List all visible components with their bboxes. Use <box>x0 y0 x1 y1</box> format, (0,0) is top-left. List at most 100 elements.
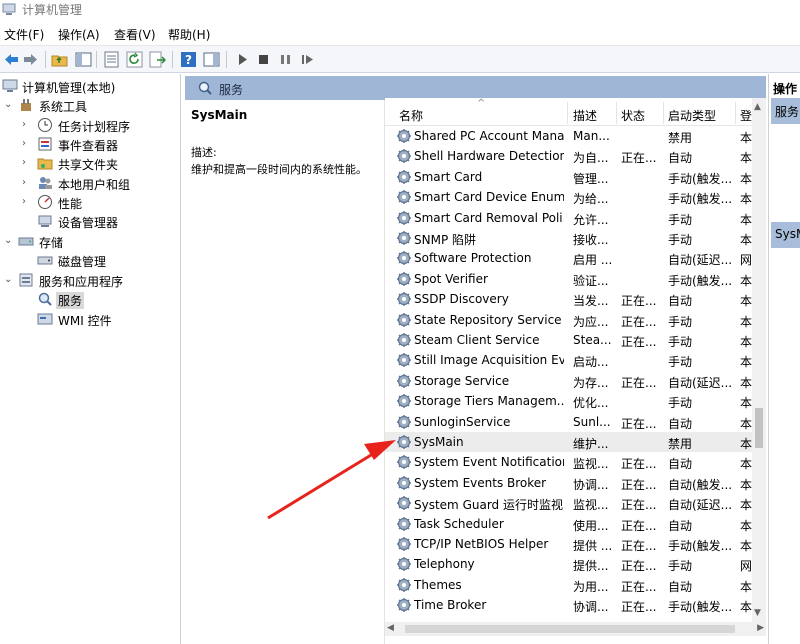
show-action-pane-icon[interactable] <box>203 51 220 68</box>
service-status: 正在... <box>621 518 657 533</box>
chevron-down-icon[interactable]: ⌄ <box>4 274 14 286</box>
properties-icon[interactable] <box>103 51 120 68</box>
actions-group-sysmain[interactable]: SysMain <box>771 222 800 248</box>
service-logon: 本 <box>740 437 752 451</box>
table-row[interactable]: Storage Service 为存... 正在... 自动(延迟... 本 <box>385 371 753 391</box>
menu-file[interactable]: 文件(F) <box>4 26 44 43</box>
forward-arrow-icon[interactable] <box>22 51 39 68</box>
service-status: 正在... <box>621 579 657 594</box>
restart-service-icon[interactable] <box>299 51 316 68</box>
export-list-icon[interactable] <box>149 51 166 68</box>
toolbar: ? <box>0 45 800 73</box>
table-row[interactable]: Smart Card Device Enum... 为给... 手动(触发... 本 <box>385 187 753 207</box>
column-divider[interactable] <box>567 102 568 124</box>
refresh-icon[interactable] <box>126 51 143 68</box>
service-name: Shared PC Account Mana... <box>414 129 564 143</box>
table-row[interactable]: SSDP Discovery 当发... 正在... 自动 本 <box>385 289 753 309</box>
pause-service-icon[interactable] <box>277 51 294 68</box>
table-row[interactable]: System Events Broker 协调... 正在... 自动(触发... 本 <box>385 473 753 493</box>
stop-service-icon[interactable] <box>255 51 272 68</box>
table-row[interactable]: Themes 为用... 正在... 自动 本 <box>385 575 753 595</box>
scroll-right-icon[interactable]: ▶ <box>757 623 764 633</box>
table-row[interactable]: Shell Hardware Detection 为自... 正在... 自动 本 <box>385 146 753 166</box>
service-name: Still Image Acquisition Ev... <box>414 353 564 368</box>
table-row[interactable]: SysMain 维护... 禁用 本 <box>385 432 753 452</box>
gear-icon <box>397 149 411 164</box>
service-status: 正在... <box>621 457 657 472</box>
chevron-down-icon[interactable]: ⌄ <box>4 235 14 247</box>
table-row[interactable]: System Guard 运行时监视... 监视... 正在... 自动(延迟... 本 <box>385 493 753 513</box>
start-service-icon[interactable] <box>234 51 251 68</box>
table-row[interactable]: Time Broker 协调... 正在... 手动(触发... 本 <box>385 595 753 615</box>
service-name: Smart Card <box>414 169 483 184</box>
column-divider[interactable] <box>616 102 617 124</box>
service-logon: 本 <box>740 600 752 615</box>
gear-icon <box>397 271 411 286</box>
actions-group-services[interactable]: 服务 <box>771 98 800 124</box>
table-row[interactable]: Smart Card Removal Poli... 允许... 手动 本 <box>385 208 753 228</box>
panel-title: 服务 <box>219 83 244 97</box>
service-name: Telephony <box>414 557 475 572</box>
chevron-right-icon[interactable]: › <box>22 119 32 131</box>
table-row[interactable]: TCP/IP NetBIOS Helper 提供 ... 正在... 手动(触发...… <box>385 534 753 554</box>
menu-help[interactable]: 帮助(H) <box>168 26 210 43</box>
service-startup-type: 手动(触发... <box>668 171 733 186</box>
back-arrow-icon[interactable] <box>3 51 20 68</box>
table-row[interactable]: State Repository Service 为应... 正在... 手动 本 <box>385 310 753 330</box>
service-description: 为自... <box>573 151 609 166</box>
table-row[interactable]: System Event Notification... 监视... 正在... 自动… <box>385 452 753 472</box>
table-row[interactable]: Shared PC Account Mana... Man... 禁用 本 <box>385 126 753 146</box>
vertical-scrollbar[interactable]: ▲ ▼ <box>752 98 766 622</box>
show-hide-tree-icon[interactable] <box>75 51 92 68</box>
menu-view[interactable]: 查看(V) <box>114 26 156 43</box>
chevron-right-icon[interactable]: › <box>22 196 32 208</box>
scroll-left-icon[interactable]: ◀ <box>387 623 394 633</box>
scroll-down-icon[interactable]: ▼ <box>754 608 761 618</box>
service-startup-type: 自动 <box>668 416 693 431</box>
chevron-down-icon[interactable]: ⌄ <box>4 99 14 111</box>
table-row[interactable]: SNMP 陷阱 接收... 手动 本 <box>385 228 753 248</box>
table-row[interactable]: Still Image Acquisition Ev... 启动... 手动 本 <box>385 350 753 370</box>
column-divider[interactable] <box>735 102 736 124</box>
horizontal-scrollbar[interactable]: ◀ ▶ <box>385 622 766 636</box>
chevron-right-icon[interactable]: › <box>22 138 32 150</box>
table-row[interactable]: Storage Tiers Managem... 优化... 手动 本 <box>385 391 753 411</box>
service-name: Time Broker <box>414 598 487 613</box>
column-header-description[interactable]: 描述 <box>573 107 597 124</box>
chevron-right-icon[interactable]: › <box>22 157 32 169</box>
table-row[interactable]: Software Protection 启用 ... 自动(延迟... 网 <box>385 248 753 268</box>
column-header-status[interactable]: 状态 <box>621 107 645 124</box>
scroll-thumb[interactable] <box>405 625 735 633</box>
table-row[interactable]: Telephony 提供... 正在... 手动 网 <box>385 554 753 574</box>
service-startup-type: 自动 <box>668 579 693 594</box>
toolbar-divider <box>96 51 97 68</box>
table-row[interactable]: Spot Verifier 验证... 手动(触发... 本 <box>385 269 753 289</box>
service-logon: 本 <box>740 294 752 309</box>
up-folder-icon[interactable] <box>51 51 68 68</box>
column-divider[interactable] <box>663 102 664 124</box>
scroll-thumb[interactable] <box>755 408 763 448</box>
column-header-logon[interactable]: 登 <box>740 107 752 124</box>
table-row[interactable]: SunloginService Sunl... 正在... 自动 本 <box>385 412 753 432</box>
column-header-name[interactable]: 名称 <box>399 107 423 124</box>
search-services-icon <box>38 292 52 306</box>
gear-icon <box>397 537 411 551</box>
service-startup-type: 手动 <box>668 335 693 349</box>
column-header-startup-type[interactable]: 启动类型 <box>668 107 716 124</box>
scroll-up-icon[interactable]: ▲ <box>754 102 761 112</box>
service-name: SSDP Discovery <box>414 292 509 307</box>
table-row[interactable]: Smart Card 管理... 手动(触发... 本 <box>385 167 753 187</box>
gear-icon <box>397 333 411 347</box>
service-description: 监视... <box>573 498 609 513</box>
table-row[interactable]: Task Scheduler 使用... 正在... 自动 本 <box>385 514 753 534</box>
gear-icon <box>397 475 411 490</box>
table-row[interactable]: Steam Client Service Stea... 正在... 手动 本 <box>385 330 753 350</box>
toolbar-divider <box>45 51 46 68</box>
gear-icon <box>397 169 411 184</box>
help-icon[interactable]: ? <box>180 51 197 68</box>
services-panel-header: 服务 <box>185 76 766 100</box>
service-logon: 本 <box>740 355 752 370</box>
chevron-right-icon[interactable]: › <box>22 177 32 189</box>
svg-text:?: ? <box>185 53 192 67</box>
menu-action[interactable]: 操作(A) <box>58 26 100 43</box>
